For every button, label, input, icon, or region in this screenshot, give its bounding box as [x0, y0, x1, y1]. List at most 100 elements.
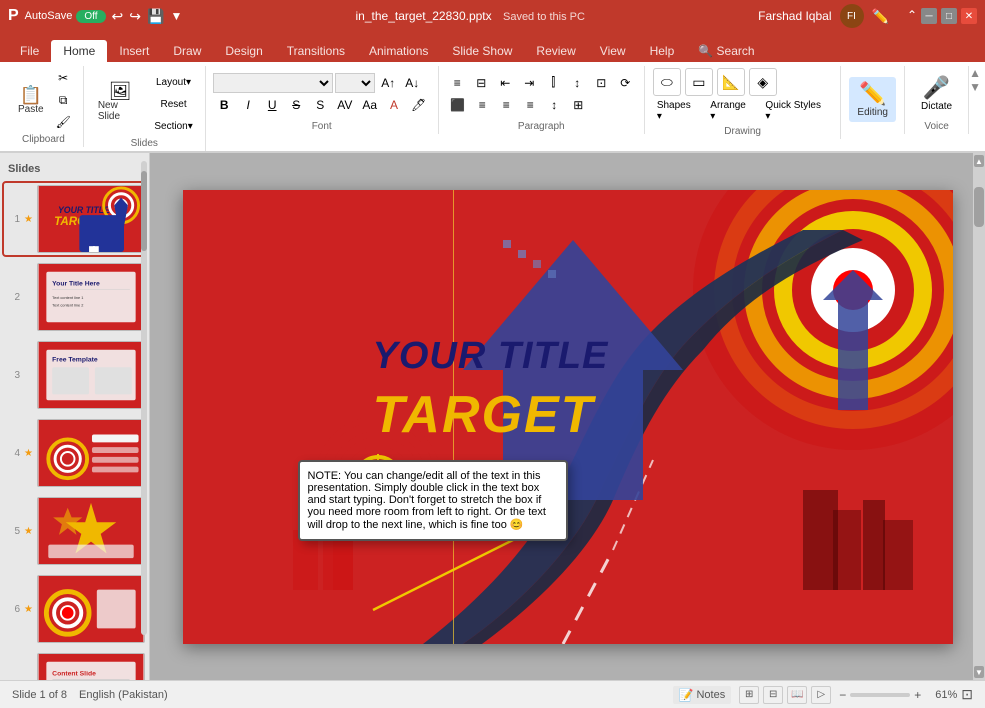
tab-slideshow[interactable]: Slide Show [440, 40, 524, 62]
dictate-button[interactable]: 🎤 Dictate [913, 71, 960, 116]
editing-button[interactable]: ✏️ Editing [849, 77, 896, 122]
shape-oval[interactable]: ⬭ [653, 68, 681, 96]
tab-insert[interactable]: Insert [107, 40, 161, 62]
new-slide-button[interactable]: 🖼 New Slide [92, 79, 149, 125]
redo-icon[interactable]: ↪ [129, 8, 141, 25]
font-tools: A↑ A↓ B I U S S AV Aa A 🖊 [213, 68, 430, 119]
canvas-scroll-thumb[interactable] [974, 187, 984, 227]
slide-item-6[interactable]: 6 ★ [4, 573, 145, 645]
status-right: 📝 Notes ⊞ ⊟ 📖 ▷ − + 61% ⊡ [673, 686, 973, 704]
underline-button[interactable]: U [261, 95, 283, 115]
align-center-button[interactable]: ≡ [471, 95, 493, 115]
slide-item-1[interactable]: 1 ★ YOUR TITLE TARGET [4, 183, 145, 255]
align-left-button[interactable]: ⬛ [446, 95, 469, 115]
slide-subtitle[interactable]: TARGET [373, 385, 595, 445]
panel-scroll-thumb[interactable] [141, 171, 147, 251]
slide-item-3[interactable]: 3 ★ Free Template [4, 339, 145, 411]
arrange-button[interactable]: Arrange ▾ [706, 98, 757, 124]
font-color-button[interactable]: A [383, 95, 405, 115]
tab-design[interactable]: Design [213, 40, 274, 62]
highlight-button[interactable]: 🖊 [407, 95, 430, 115]
columns-button[interactable]: ⫿ [542, 73, 564, 93]
autosave-toggle[interactable]: Off [76, 10, 105, 23]
zoom-slider[interactable] [850, 693, 910, 697]
slideshow-button[interactable]: ▷ [811, 686, 831, 704]
justify-button[interactable]: ≡ [519, 95, 541, 115]
undo-icon[interactable]: ↩ [112, 8, 124, 25]
notes-button[interactable]: 📝 Notes [673, 686, 732, 704]
close-button[interactable]: ✕ [961, 8, 977, 24]
spacing-button[interactable]: AV [333, 95, 356, 115]
decrease-font-button[interactable]: A↓ [401, 73, 423, 93]
tab-search[interactable]: 🔍 Search [686, 40, 766, 62]
note-popup[interactable]: NOTE: You can change/edit all of the tex… [298, 460, 568, 541]
tab-home[interactable]: Home [51, 40, 107, 62]
section-button[interactable]: Section▾ [150, 116, 196, 136]
strikethrough-button[interactable]: S [285, 95, 307, 115]
zoom-in-button[interactable]: + [914, 688, 921, 702]
shape-quickstyles[interactable]: ◈ [749, 68, 777, 96]
convert-smartart-button[interactable]: ⟳ [614, 73, 636, 93]
reset-button[interactable]: Reset [150, 94, 196, 114]
cut-button[interactable]: ✂ [52, 68, 75, 88]
tab-view[interactable]: View [588, 40, 638, 62]
paste-button[interactable]: 📋 Paste [12, 83, 50, 118]
maximize-button[interactable]: □ [941, 8, 957, 24]
tab-review[interactable]: Review [524, 40, 587, 62]
normal-view-button[interactable]: ⊞ [739, 686, 759, 704]
minimize-button[interactable]: ─ [921, 8, 937, 24]
increase-indent-button[interactable]: ⇥ [518, 73, 540, 93]
bullets-button[interactable]: ≡ [446, 73, 468, 93]
increase-font-button[interactable]: A↑ [377, 73, 399, 93]
autosave-area: AutoSave Off [25, 10, 106, 23]
shadow-button[interactable]: S [309, 95, 331, 115]
align-text-button[interactable]: ⊡ [590, 73, 612, 93]
line-spacing-button[interactable]: ↕ [543, 95, 565, 115]
shape-rect[interactable]: ▭ [685, 68, 713, 96]
italic-button[interactable]: I [237, 95, 259, 115]
slide-title[interactable]: YOUR TITLE [373, 335, 609, 378]
decrease-indent-button[interactable]: ⇤ [494, 73, 516, 93]
tab-help[interactable]: Help [638, 40, 687, 62]
copy-button[interactable]: ⧉ [52, 90, 75, 110]
tab-file[interactable]: File [8, 40, 51, 62]
fit-slide-button[interactable]: ⊡ [961, 686, 973, 703]
slide-item-2[interactable]: 2 ★ Your Title Here Text content line 1 … [4, 261, 145, 333]
voice-group: 🎤 Dictate Voice [905, 66, 969, 134]
tab-animations[interactable]: Animations [357, 40, 440, 62]
save-icon[interactable]: 💾 [147, 8, 164, 25]
font-row-1: A↑ A↓ [213, 73, 430, 93]
slide-canvas[interactable]: YOUR TITLE TARGET NOTE: You can change/e… [183, 190, 953, 644]
slide-thumb-2: Your Title Here Text content line 1 Text… [37, 263, 145, 331]
layout-button[interactable]: Layout▾ [150, 72, 196, 92]
pen-icon[interactable]: ✏️ [872, 8, 889, 25]
slide-sorter-button[interactable]: ⊟ [763, 686, 783, 704]
slide-item-7[interactable]: 7 ★ Content Slide [4, 651, 145, 680]
slide-item-4[interactable]: 4 ★ [4, 417, 145, 489]
autosave-label: AutoSave [25, 10, 73, 22]
zoom-out-button[interactable]: − [839, 688, 846, 702]
reading-view-button[interactable]: 📖 [787, 686, 807, 704]
numbering-button[interactable]: ⊟ [470, 73, 492, 93]
ribbon-scroll[interactable]: ▲▼ [969, 66, 981, 94]
slides-group: 🖼 New Slide Layout▾ Reset Section▾ Slide… [84, 66, 206, 151]
para-spacing-button[interactable]: ⊞ [567, 95, 589, 115]
status-bar: Slide 1 of 8 English (Pakistan) 📝 Notes … [0, 680, 985, 708]
shape-arrange[interactable]: 📐 [717, 68, 745, 96]
bold-button[interactable]: B [213, 95, 235, 115]
canvas-scrollbar[interactable]: ▲ ▼ [973, 153, 985, 680]
tab-draw[interactable]: Draw [161, 40, 213, 62]
text-direction-button[interactable]: ↕ [566, 73, 588, 93]
customize-icon[interactable]: ▼ [170, 9, 182, 23]
tab-transitions[interactable]: Transitions [275, 40, 357, 62]
slide-item-5[interactable]: 5 ★ [4, 495, 145, 567]
panel-scrollbar[interactable] [141, 161, 147, 635]
shapes-dropdown-button[interactable]: Shapes ▾ [653, 98, 702, 124]
format-painter-button[interactable]: 🖌 [52, 112, 75, 132]
ribbon-collapse-icon[interactable]: ⌃ [907, 8, 917, 24]
font-size-select[interactable] [335, 73, 375, 93]
align-right-button[interactable]: ≡ [495, 95, 517, 115]
case-button[interactable]: Aa [358, 95, 381, 115]
font-name-select[interactable] [213, 73, 333, 93]
quick-styles-button[interactable]: Quick Styles ▾ [761, 98, 832, 124]
